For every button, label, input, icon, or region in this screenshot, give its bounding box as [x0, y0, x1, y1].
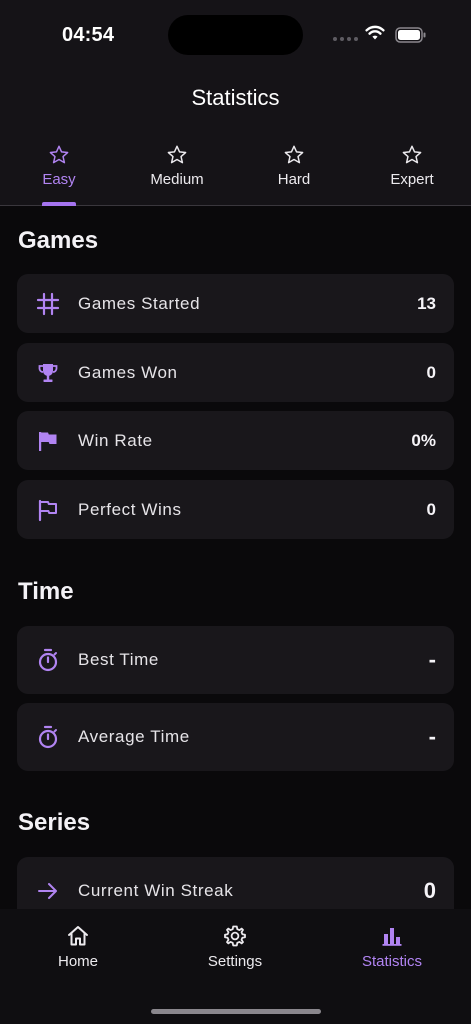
home-icon [68, 926, 88, 946]
stat-row-games-started[interactable]: Games Started 13 [17, 274, 454, 333]
tab-label: Expert [390, 171, 434, 188]
header: 04:54 Statistics Easy Medium Hard Expert [0, 0, 471, 206]
tab-label: Hard [277, 171, 311, 188]
stat-value: 13 [417, 293, 436, 313]
stopwatch-icon [38, 725, 58, 749]
star-icon [167, 145, 187, 164]
status-time: 04:54 [62, 24, 115, 46]
flag-outline-icon [38, 499, 57, 521]
section-title-time: Time [18, 578, 74, 605]
section-title-series: Series [18, 809, 91, 836]
dynamic-island [168, 15, 303, 55]
nav-label: Home [57, 953, 98, 970]
stat-value: - [428, 724, 436, 749]
stat-value: 0 [426, 499, 436, 519]
stat-row-best-time[interactable]: Best Time - [17, 626, 454, 694]
stat-row-perfect-wins[interactable]: Perfect Wins 0 [17, 480, 454, 539]
nav-statistics[interactable]: Statistics [332, 924, 452, 984]
wifi-icon [365, 25, 385, 40]
tab-label: Easy [42, 171, 76, 188]
status-bar: 04:54 [0, 0, 471, 70]
flag-icon [39, 431, 57, 451]
page-title: Statistics [191, 85, 280, 110]
stat-value: 0 [426, 362, 436, 382]
stat-row-games-won[interactable]: Games Won 0 [17, 343, 454, 402]
stat-label: Games Won [78, 362, 178, 382]
gear-icon [224, 925, 246, 947]
statistics-content[interactable]: Games Games Started 13 Games Won 0 Win R… [0, 207, 471, 909]
stopwatch-icon [38, 648, 58, 672]
cellular-signal-icon [333, 37, 358, 41]
stat-row-current-win-streak[interactable]: Current Win Streak 0 [17, 857, 454, 909]
star-icon [49, 145, 69, 164]
battery-icon [395, 27, 426, 43]
nav-home[interactable]: Home [18, 924, 138, 984]
tab-medium[interactable]: Medium [118, 140, 236, 206]
tab-expert[interactable]: Expert [353, 140, 471, 206]
stat-value: 0 [423, 878, 436, 903]
tab-easy[interactable]: Easy [0, 140, 118, 206]
stat-label: Games Started [78, 293, 201, 313]
nav-label: Settings [207, 953, 263, 970]
star-icon [402, 145, 422, 164]
stat-label: Best Time [78, 650, 159, 669]
stat-label: Average Time [78, 727, 190, 746]
difficulty-tabs: Easy Medium Hard Expert [0, 140, 471, 206]
home-indicator[interactable] [151, 1009, 321, 1014]
stat-label: Perfect Wins [78, 499, 182, 519]
tab-label: Medium [150, 171, 204, 188]
stat-row-win-rate[interactable]: Win Rate 0% [17, 411, 454, 470]
stat-row-average-time[interactable]: Average Time - [17, 703, 454, 771]
stat-label: Win Rate [78, 430, 153, 450]
bottom-tab-bar: Home Settings Statistics [0, 909, 471, 1024]
star-icon [284, 145, 304, 164]
tab-hard[interactable]: Hard [235, 140, 353, 206]
stat-label: Current Win Streak [78, 881, 234, 900]
active-tab-indicator [42, 202, 76, 206]
arrow-right-icon [38, 883, 57, 899]
stat-value: - [428, 647, 436, 672]
bar-chart-icon [382, 928, 402, 946]
nav-label: Statistics [361, 953, 422, 970]
grid-icon [36, 292, 60, 315]
nav-settings[interactable]: Settings [175, 924, 295, 984]
section-title-games: Games [18, 227, 99, 254]
trophy-icon [38, 363, 58, 382]
stat-value: 0% [411, 430, 436, 450]
